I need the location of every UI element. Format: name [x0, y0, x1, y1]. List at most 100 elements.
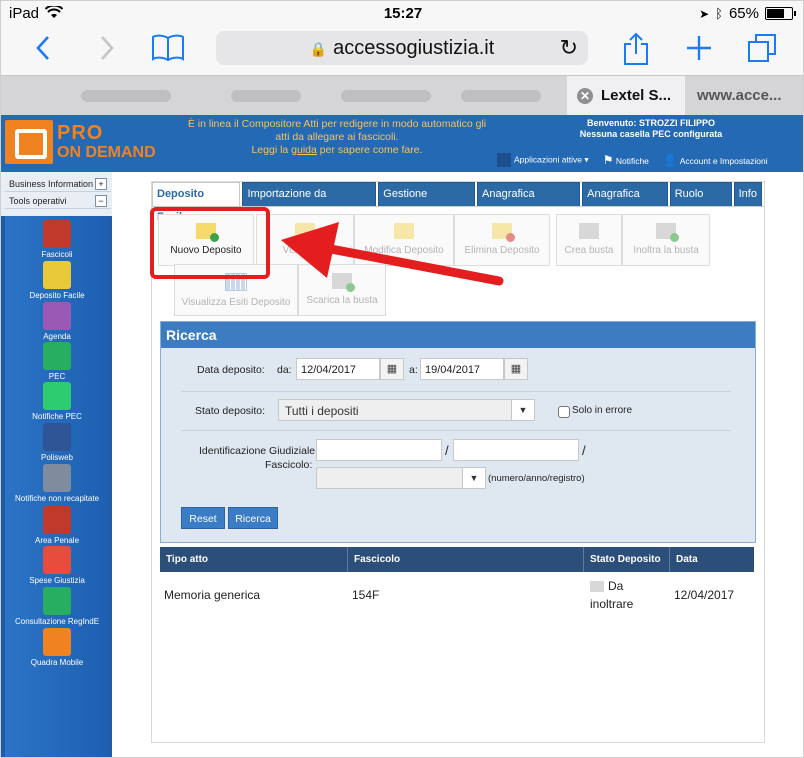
sidebar: Business Information + Tools operativi −… — [1, 172, 112, 757]
envelope-icon — [579, 223, 599, 239]
tool-icon — [43, 628, 71, 656]
stato-deposito-select[interactable]: Tutti i depositi ▼ — [278, 399, 535, 421]
url-text: accessogiustizia.it — [333, 37, 495, 59]
date-to-input[interactable]: 19/04/2017 — [420, 358, 504, 380]
tab-accessogiustizia[interactable]: www.acce... — [685, 76, 803, 116]
expand-icon[interactable]: + — [95, 178, 107, 190]
solo-errore-checkbox[interactable] — [558, 406, 570, 418]
back-icon[interactable] — [35, 35, 51, 67]
chevron-down-icon: ▼ — [511, 400, 534, 420]
sidebar-tool-deposito-facile[interactable]: Deposito Facile — [5, 261, 109, 300]
table-header: Tipo atto Fascicolo Stato Deposito Data — [160, 547, 754, 572]
date-from-input[interactable]: 12/04/2017 — [296, 358, 380, 380]
slash-separator: / — [445, 443, 449, 458]
main-panel: Deposito FacileImportazione da PolisWebG… — [150, 181, 765, 743]
header-links: Applicazioni attive ▾ ⚑ Notifiche 👤 Acco… — [497, 153, 768, 167]
sidebar-tool-fascicoli[interactable]: Fascicoli — [5, 220, 109, 259]
status-bar: iPad 15:27 ➤ ᛒ 65% — [1, 1, 803, 27]
tabs-overview-icon[interactable] — [747, 33, 777, 69]
elimina-deposito-button[interactable]: Elimina Deposito — [454, 214, 550, 266]
sidebar-tool-polisweb[interactable]: Polisweb — [5, 423, 109, 462]
tab-anagrafica-avvocati[interactable]: Anagrafica Avvocati — [477, 182, 581, 223]
reset-button[interactable]: Reset — [181, 507, 225, 529]
data-deposito-label: Data deposito: — [197, 364, 265, 376]
tab-info[interactable]: Info — [733, 182, 762, 206]
envelope-icon — [590, 581, 604, 593]
new-tab-icon[interactable] — [685, 34, 713, 68]
tab-lextel[interactable]: ✕ Lextel S... — [567, 76, 685, 116]
da-label: da: — [277, 364, 292, 376]
divider — [181, 391, 731, 392]
sidebar-section-tools[interactable]: Tools operativi − — [5, 193, 111, 209]
ricerca-button[interactable]: Ricerca — [228, 507, 278, 529]
visualizza-button[interactable]: Visualizza — [256, 214, 354, 266]
browser-toolbar: 🔒 accessogiustizia.it ↻ — [1, 27, 803, 75]
browser-tabs: ✕ Lextel S... www.acce... — [1, 75, 803, 116]
address-bar[interactable]: 🔒 accessogiustizia.it ↻ — [216, 31, 588, 65]
tipo-atto-cell: Memoria generica — [164, 588, 261, 602]
highlight-box — [150, 207, 270, 279]
data-cell: 12/04/2017 — [674, 588, 735, 602]
scarica-busta-button[interactable]: Scarica la busta — [298, 264, 386, 316]
user-icon: 👤 — [662, 153, 678, 167]
bookmarks-icon[interactable] — [151, 34, 185, 68]
fascicolo-label: Fascicolo: — [265, 459, 313, 471]
slash-separator: / — [582, 443, 586, 458]
calendar-icon[interactable]: ▦ — [380, 358, 404, 380]
stato-deposito-label: Stato deposito: — [195, 405, 266, 417]
nav-tabs: Deposito FacileImportazione da PolisWebG… — [152, 182, 764, 223]
account-link[interactable]: 👤 Account e Impostazioni — [663, 153, 768, 167]
sidebar-tool-area-penale[interactable]: Area Penale — [5, 506, 109, 545]
forward-envelope-icon — [656, 223, 679, 242]
crea-busta-button[interactable]: Crea busta — [556, 214, 622, 266]
clock: 15:27 — [383, 5, 423, 22]
close-icon[interactable]: ✕ — [577, 88, 593, 105]
blurred-text — [231, 90, 301, 102]
calendar-icon[interactable]: ▦ — [504, 358, 528, 380]
chevron-down-icon: ▼ — [462, 468, 485, 488]
tool-icon — [43, 220, 71, 248]
sidebar-tool-agenda[interactable]: Agenda — [5, 302, 109, 341]
tools-list: Fascicoli Deposito Facile Agenda PEC Notific… — [5, 216, 109, 757]
fascicolo-numero-input[interactable] — [316, 439, 442, 461]
ipad-screen: iPad 15:27 ➤ ᛒ 65% 🔒 accessogiustizia.it … — [0, 0, 804, 758]
tab-gestione-fascicoli[interactable]: Gestione Fascicoli — [378, 182, 476, 223]
battery-percent: 65% — [728, 5, 759, 22]
tool-icon — [43, 261, 71, 289]
delete-folder-icon — [492, 223, 515, 242]
stato-cell-line2: inoltrare — [590, 597, 634, 611]
applicazioni-attive-link[interactable]: Applicazioni attive ▾ — [497, 153, 589, 167]
registro-select[interactable]: ▼ — [316, 467, 486, 489]
share-icon[interactable] — [623, 32, 649, 72]
guida-link[interactable]: guida — [291, 144, 317, 156]
reload-icon[interactable]: ↻ — [560, 31, 578, 65]
column-header: Fascicolo — [348, 547, 584, 572]
sidebar-section-business[interactable]: Business Information + — [5, 176, 111, 192]
tool-icon — [43, 382, 71, 410]
sidebar-tool-spese-giustizia[interactable]: Spese Giustizia — [5, 546, 109, 585]
pec-status: Nessuna casella PEC configurata — [579, 129, 723, 139]
welcome-text: Benvenuto: STROZZI FILIPPO — [587, 118, 715, 128]
app-header: PRO ON DEMAND È in linea il Compositore … — [1, 115, 803, 172]
divider — [181, 430, 731, 431]
tab-deposito-facile[interactable]: Deposito Facile — [152, 182, 241, 223]
fascicolo-cell: 154F — [352, 588, 380, 602]
forward-icon[interactable] — [99, 35, 115, 67]
inoltra-busta-button[interactable]: Inoltra la busta — [622, 214, 710, 266]
sidebar-tool-notifiche-pec[interactable]: Notifiche PEC — [5, 382, 109, 421]
notifiche-link[interactable]: ⚑ Notifiche — [603, 153, 649, 167]
collapse-icon[interactable]: − — [95, 195, 107, 207]
location-icon: ➤ — [699, 6, 710, 21]
tool-icon — [43, 342, 71, 370]
tab-anagrafica-parti[interactable]: Anagrafica Parti — [582, 182, 668, 223]
sidebar-tool-notifiche-non-recapitate[interactable]: Notifiche non recapitate — [5, 464, 109, 503]
tab-importazione-da-polisweb[interactable]: Importazione da PolisWeb — [242, 182, 377, 223]
sidebar-tool-consultazione-reginde[interactable]: Consultazione RegIndE — [5, 587, 109, 626]
modifica-deposito-button[interactable]: Modifica Deposito — [354, 214, 454, 266]
sidebar-tool-quadra-mobile[interactable]: Quadra Mobile — [5, 628, 109, 667]
blurred-text — [341, 90, 431, 102]
stato-cell: Da — [590, 579, 623, 593]
sidebar-tool-pec[interactable]: PEC — [5, 342, 109, 381]
tab-ruolo-pct[interactable]: Ruolo PCT — [669, 182, 732, 223]
fascicolo-anno-input[interactable] — [453, 439, 579, 461]
